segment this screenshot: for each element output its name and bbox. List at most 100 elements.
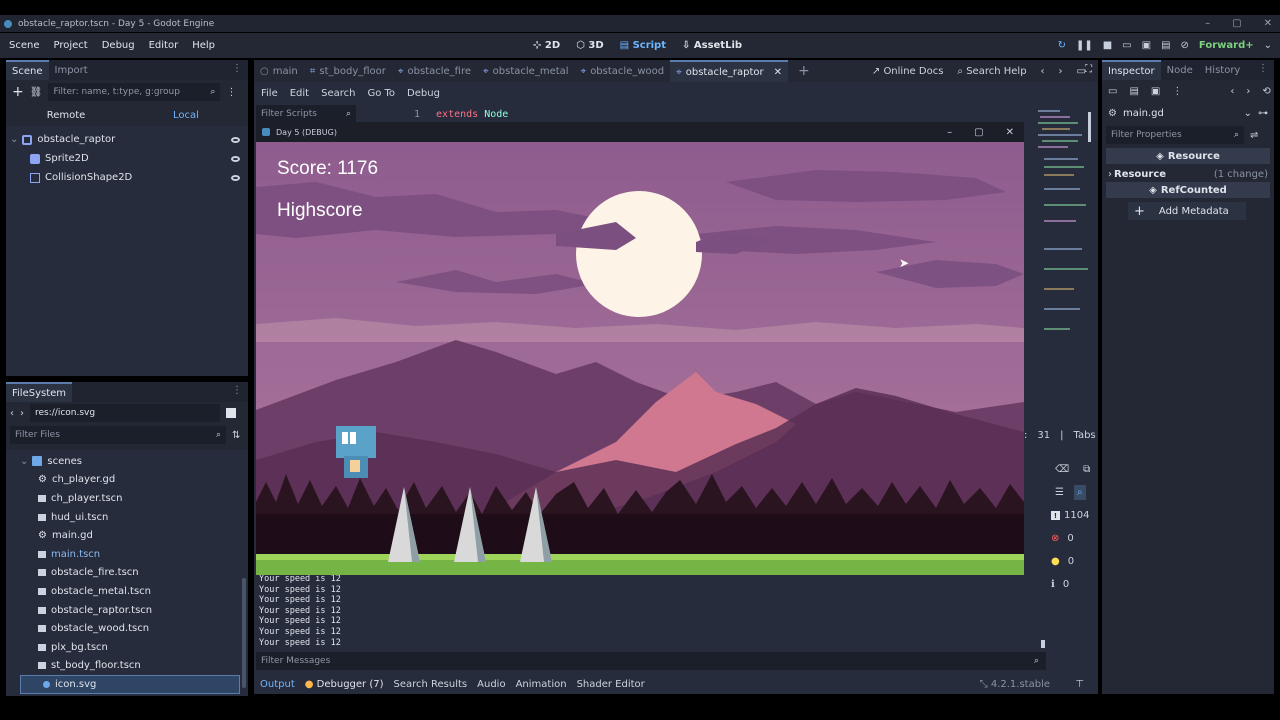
play-custom-icon[interactable]: ▤ — [1161, 40, 1170, 51]
scene-filter-input[interactable]: Filter: name, t:type, g:group ⌕ — [48, 83, 221, 101]
search-icon[interactable]: ⌕ — [1073, 484, 1086, 500]
code-scrollbar[interactable] — [1088, 112, 1091, 142]
filesystem-filter-input[interactable]: Filter Files ⌕ — [10, 426, 226, 444]
tab-audio[interactable]: Audio — [477, 679, 505, 690]
game-window[interactable]: Day 5 (DEBUG) – ▢ ✕ Score: 1176 Highscor… — [256, 122, 1024, 575]
file-row[interactable]: obstacle_fire.tscn — [6, 564, 248, 583]
renderer-select[interactable]: Forward+ — [1199, 40, 1254, 51]
chevron-left-icon[interactable]: ‹ — [10, 408, 14, 419]
workspace-2d[interactable]: ⊹ 2D — [533, 40, 560, 51]
game-viewport[interactable]: Score: 1176 Highscore ➤ — [256, 142, 1024, 575]
file-row[interactable]: ⚙ main.gd — [6, 526, 248, 545]
file-row[interactable]: main.tscn — [6, 545, 248, 564]
script-menu-search[interactable]: Search — [321, 88, 355, 99]
path-field[interactable]: res://icon.svg — [30, 404, 220, 422]
minimize-icon[interactable]: – — [947, 127, 952, 138]
file-row[interactable]: obstacle_metal.tscn — [6, 582, 248, 601]
visibility-eye-icon[interactable] — [231, 174, 240, 181]
subsection-resource[interactable]: › Resource (1 change) — [1106, 166, 1270, 182]
dock-menu-icon[interactable]: ⋮ — [1258, 63, 1268, 74]
file-row[interactable]: hud_ui.tscn — [6, 508, 248, 527]
close-icon[interactable]: ✕ — [1006, 127, 1014, 138]
file-row[interactable]: obstacle_raptor.tscn — [6, 601, 248, 620]
play-scene-icon[interactable]: ▣ — [1142, 40, 1151, 51]
add-metadata-button[interactable]: + Add Metadata — [1128, 202, 1246, 220]
tab-scene[interactable]: Scene — [6, 60, 49, 80]
script-menu-file[interactable]: File — [261, 88, 278, 99]
scrollbar[interactable] — [242, 578, 246, 688]
file-row[interactable]: st_body_floor.tscn — [6, 657, 248, 676]
chevron-left-icon[interactable]: ‹ — [1230, 86, 1234, 97]
history-icon[interactable]: ⟲ — [1262, 86, 1270, 97]
tab-obstacle-fire[interactable]: ⌖ obstacle_fire — [392, 60, 477, 82]
remote-tab[interactable]: Remote — [6, 110, 126, 121]
tab-debugger[interactable]: ● Debugger (7) — [305, 679, 384, 690]
maximize-icon[interactable]: ▢ — [974, 127, 983, 138]
distraction-free-icon[interactable]: ⛶ — [1085, 64, 1092, 75]
new-resource-icon[interactable]: ▭ — [1108, 86, 1117, 97]
filter-messages-input[interactable]: Filter Messages ⌕ — [256, 652, 1046, 670]
close-icon[interactable]: ✕ — [1264, 18, 1272, 29]
tab-obstacle-raptor[interactable]: ⌖ obstacle_raptor ✕ — [670, 60, 789, 82]
tree-node-sprite[interactable]: Sprite2D — [6, 149, 248, 168]
count-messages[interactable]: ! 1104 — [1025, 504, 1092, 527]
menu-scene[interactable]: Scene — [9, 40, 40, 51]
script-menu-debug[interactable]: Debug — [407, 88, 440, 99]
tab-output[interactable]: Output — [260, 679, 295, 690]
file-row[interactable]: ⚙ ch_player.gd — [6, 471, 248, 490]
reload-icon[interactable]: ↻ — [1058, 40, 1066, 51]
chevron-right-icon[interactable]: › — [1246, 86, 1250, 97]
tab-import[interactable]: Import — [49, 60, 94, 80]
tab-search-results[interactable]: Search Results — [394, 679, 468, 690]
open-resource-icon[interactable]: ▤ — [1129, 86, 1138, 97]
tab-shader-editor[interactable]: Shader Editor — [577, 679, 645, 690]
file-row[interactable]: obstacle_wood.tscn — [6, 619, 248, 638]
chevron-right-icon[interactable]: › — [1059, 66, 1063, 77]
count-warnings[interactable]: ● 0 — [1025, 550, 1092, 573]
tab-obstacle-metal[interactable]: ⌖ obstacle_metal — [477, 60, 575, 82]
code-minimap[interactable] — [1036, 108, 1088, 338]
tab-inspector[interactable]: Inspector — [1102, 60, 1161, 80]
search-help-button[interactable]: ⌕ Search Help — [957, 66, 1026, 77]
tree-node-root[interactable]: ⌄ obstacle_raptor — [6, 130, 248, 149]
workspace-assetlib[interactable]: ⇩ AssetLib — [682, 40, 742, 51]
tab-main[interactable]: ○ main — [254, 60, 304, 82]
collapse-icon[interactable]: ☰ — [1055, 487, 1064, 498]
online-docs-button[interactable]: ↗ Online Docs — [872, 66, 944, 77]
filter-scripts-input[interactable]: Filter Scripts ⌕ — [256, 105, 356, 123]
chevron-down-icon[interactable]: ⌄ — [1244, 108, 1252, 119]
tab-st-body-floor[interactable]: ⌗ st_body_floor — [304, 60, 392, 82]
chevron-right-icon[interactable]: › — [20, 408, 24, 419]
tab-filesystem[interactable]: FileSystem — [6, 382, 73, 402]
float-window-icon[interactable]: ▭ — [1077, 66, 1086, 77]
save-resource-icon[interactable]: ▣ — [1151, 86, 1160, 97]
tree-node-collision[interactable]: CollisionShape2D — [6, 168, 248, 187]
object-properties-icon[interactable]: ⊶ — [1258, 108, 1268, 119]
remote-debug-icon[interactable]: ▭ — [1122, 40, 1131, 51]
menu-debug[interactable]: Debug — [102, 40, 135, 51]
tab-obstacle-wood[interactable]: ⌖ obstacle_wood — [575, 60, 671, 82]
copy-icon[interactable]: ⧉ — [1083, 464, 1090, 475]
folder-row[interactable]: ⌄ scenes — [6, 452, 248, 471]
script-menu-edit[interactable]: Edit — [290, 88, 309, 99]
file-row[interactable]: plx_bg.tscn — [6, 638, 248, 657]
dock-menu-icon[interactable]: ⋮ — [232, 385, 242, 396]
menu-project[interactable]: Project — [54, 40, 88, 51]
visibility-eye-icon[interactable] — [231, 136, 240, 143]
dock-menu-icon[interactable]: ⋮ — [232, 63, 242, 74]
code-line[interactable]: 1 extends Node — [414, 109, 508, 120]
tab-history[interactable]: History — [1199, 60, 1247, 80]
count-info[interactable]: ℹ0 — [1025, 573, 1092, 596]
count-errors[interactable]: ⊗ 0 — [1025, 527, 1092, 550]
visibility-eye-icon[interactable] — [231, 155, 240, 162]
close-tab-icon[interactable]: ✕ — [774, 67, 782, 78]
panel-toggle-icon[interactable]: ⊤ — [1075, 679, 1084, 690]
maximize-icon[interactable]: ▢ — [1232, 18, 1241, 29]
scene-options-icon[interactable]: ⋮ — [226, 87, 236, 98]
local-tab[interactable]: Local — [126, 110, 246, 121]
add-tab-icon[interactable]: + — [798, 63, 810, 79]
file-row[interactable]: ch_player.tscn — [6, 489, 248, 508]
edited-resource-name[interactable]: main.gd — [1123, 108, 1238, 119]
minimize-icon[interactable]: – — [1205, 18, 1210, 29]
filter-properties-input[interactable]: Filter Properties ⌕ — [1106, 126, 1244, 144]
